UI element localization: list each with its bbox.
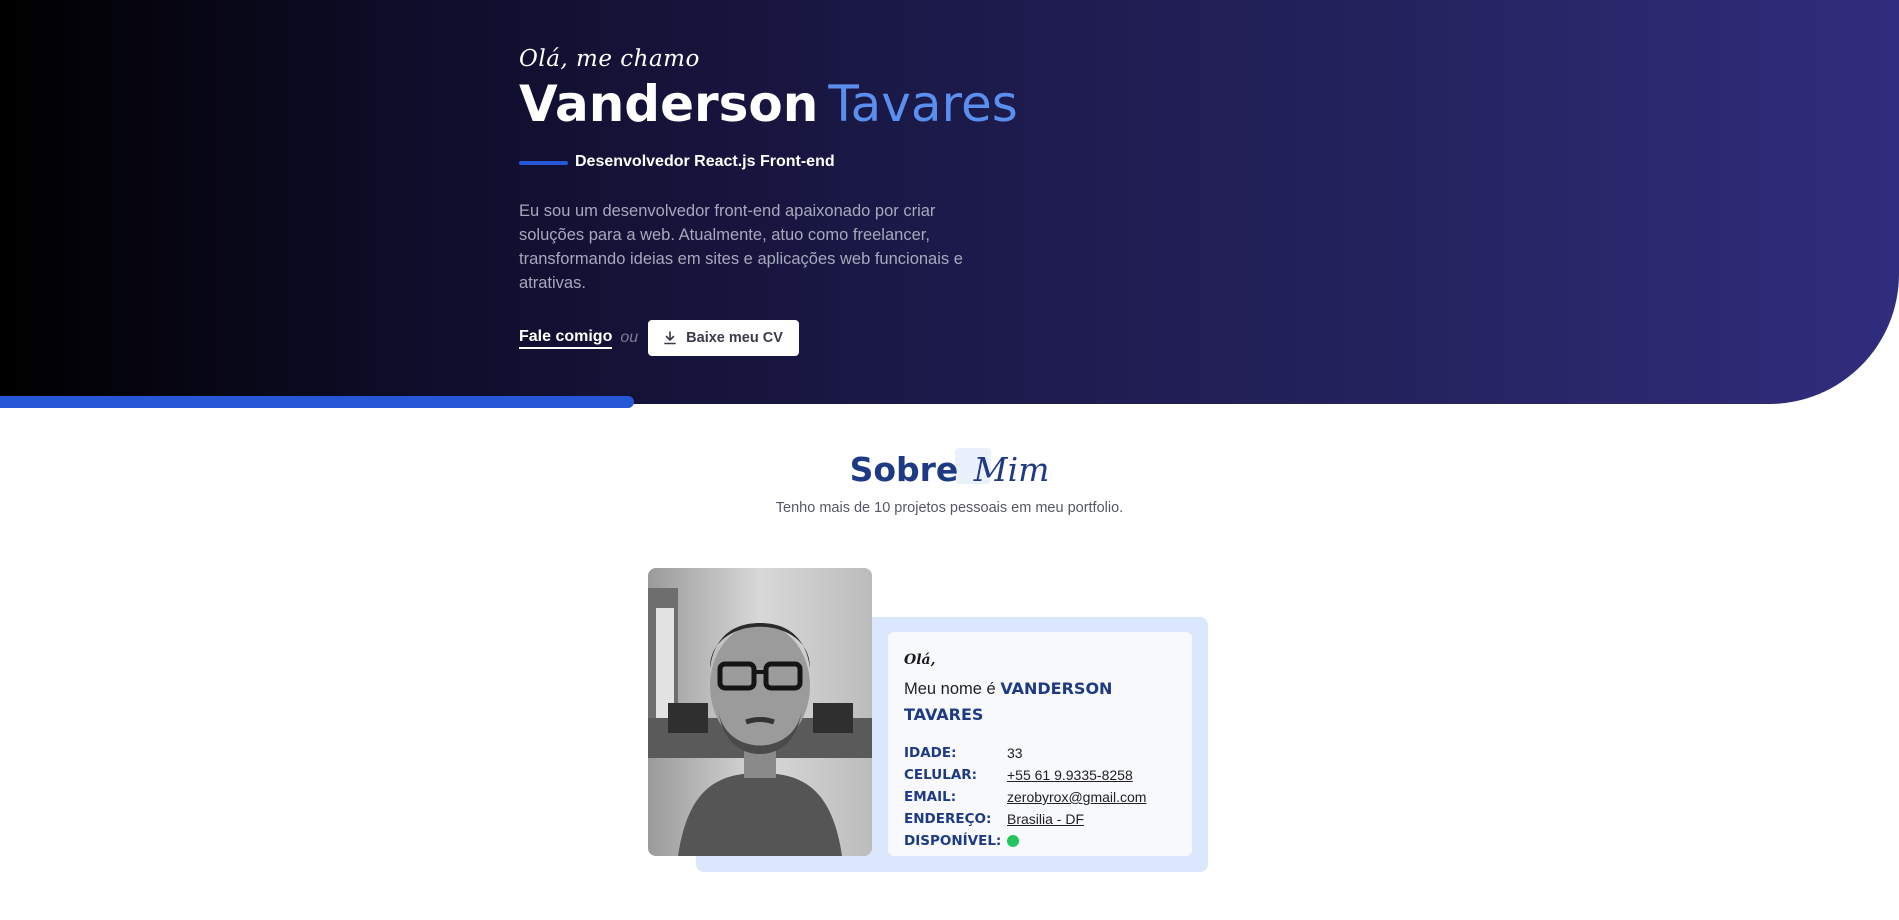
scroll-progress-bar	[0, 396, 634, 408]
info-label: IDADE:	[904, 745, 957, 761]
hero-section: Olá, me chamo Vanderson Tavares Desenvolv…	[0, 0, 1899, 404]
info-label: ENDEREÇO:	[904, 811, 992, 827]
info-row-age: IDADE: 33	[904, 742, 1176, 764]
info-label: EMAIL:	[904, 789, 957, 805]
hero-cta-row: Fale comigo ou Baixe meu CV	[519, 320, 799, 356]
hero-first-name: Vanderson	[519, 75, 819, 133]
or-separator: ou	[620, 329, 639, 346]
download-cv-button[interactable]: Baixe meu CV	[648, 320, 799, 356]
info-row-email: EMAIL: zerobyrox@gmail.com	[904, 786, 1176, 808]
hero-last-name: Tavares	[828, 75, 1018, 133]
role-accent-line	[519, 161, 568, 165]
hero-role: Desenvolvedor React.js Front-end	[575, 153, 835, 170]
download-cv-label: Baixe meu CV	[686, 330, 783, 346]
about-title: Sobre Mim	[0, 450, 1899, 489]
info-greeting: Olá,	[904, 652, 936, 668]
address-link[interactable]: Brasilia - DF	[1007, 811, 1084, 827]
about-title-script: Mim	[973, 450, 1050, 489]
about-subtitle: Tenho mais de 10 projetos pessoais em me…	[775, 500, 1124, 516]
info-row-available: DISPONÍVEL:	[904, 830, 1176, 852]
age-value: 33	[1007, 745, 1023, 761]
info-rows: IDADE: 33 CELULAR: +55 61 9.9335-8258 EM…	[904, 742, 1176, 852]
available-status-dot	[1007, 835, 1019, 847]
hero-bio: Eu sou um desenvolvedor front-end apaixo…	[519, 202, 963, 292]
profile-photo	[648, 568, 872, 856]
email-link[interactable]: zerobyrox@gmail.com	[1007, 789, 1146, 805]
about-title-bold: Sobre	[849, 450, 959, 489]
download-icon	[664, 331, 676, 345]
info-row-phone: CELULAR: +55 61 9.9335-8258	[904, 764, 1176, 786]
info-row-address: ENDEREÇO: Brasilia - DF	[904, 808, 1176, 830]
contact-link[interactable]: Fale comigo	[519, 328, 613, 349]
about-info-card: Olá, Meu nome é VANDERSON TAVARES IDADE:…	[888, 632, 1192, 856]
hero-name: Vanderson Tavares	[519, 76, 1018, 132]
hero-greeting: Olá, me chamo	[519, 46, 700, 72]
info-label: DISPONÍVEL:	[904, 833, 1002, 849]
info-label: CELULAR:	[904, 767, 978, 783]
phone-link[interactable]: +55 61 9.9335-8258	[1007, 767, 1133, 783]
info-name-prefix: Meu nome é	[904, 680, 996, 698]
info-name: Meu nome é VANDERSON TAVARES	[904, 676, 1176, 728]
